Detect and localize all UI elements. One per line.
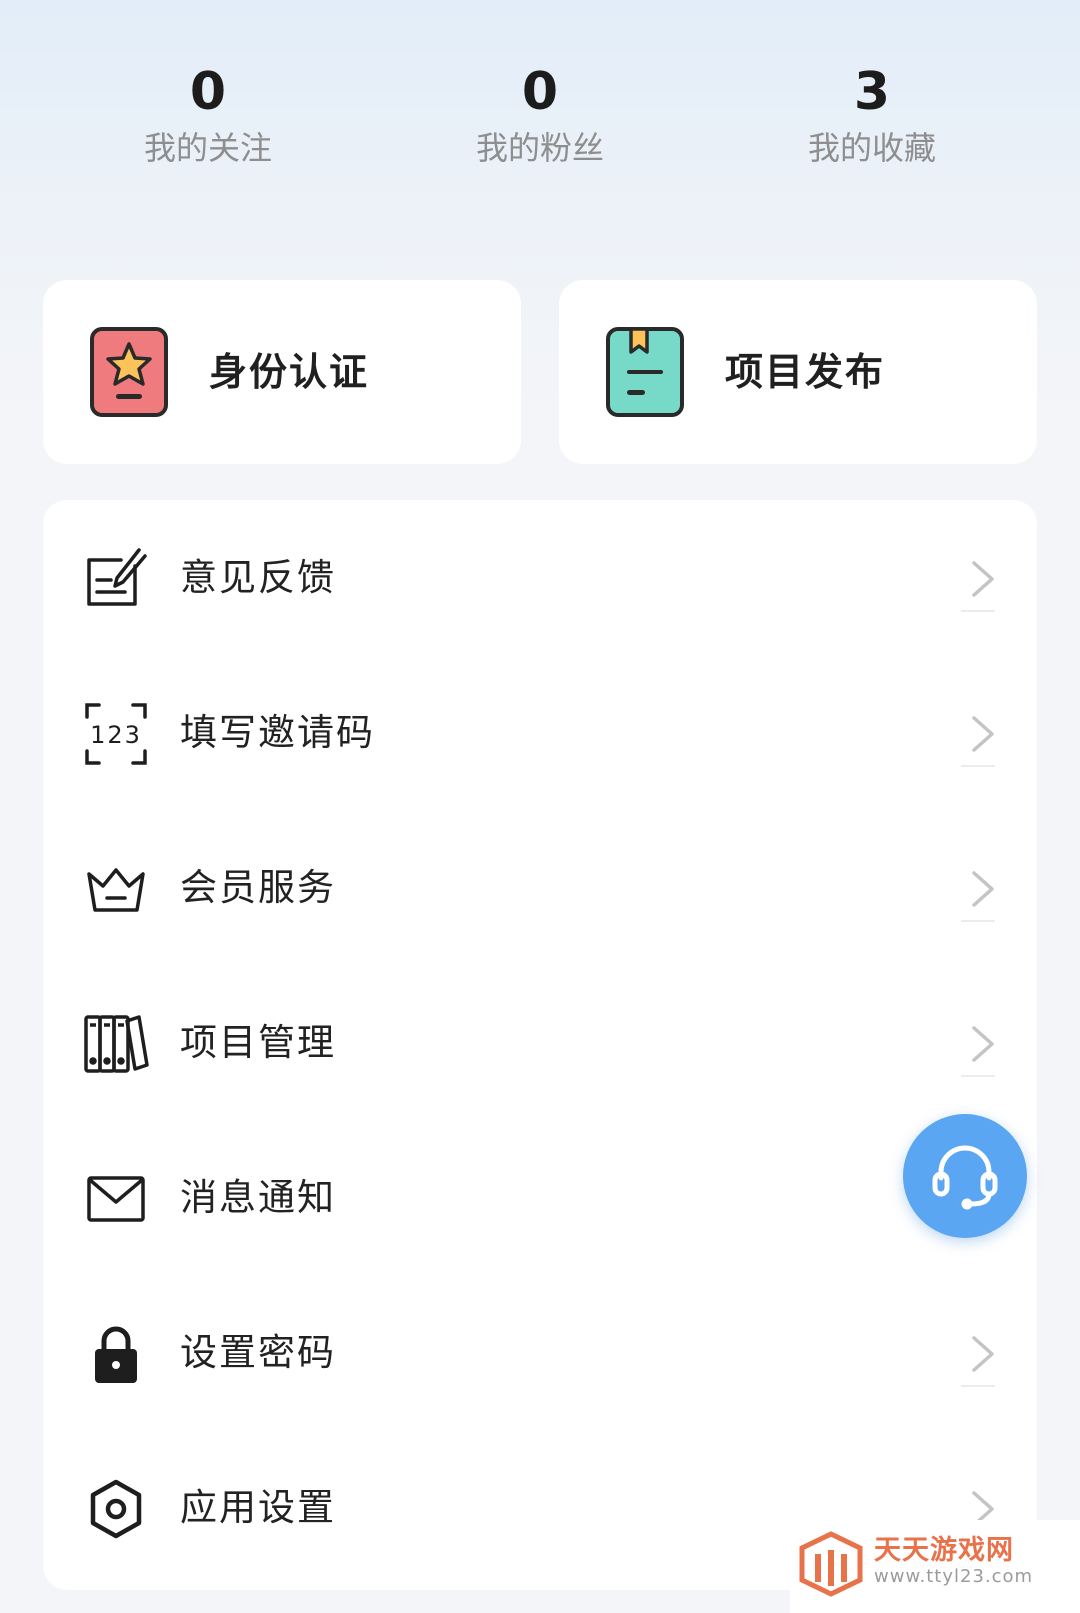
watermark-url: www.ttyl23.com (874, 1566, 1034, 1587)
invite-code-123-icon: 123 (83, 701, 149, 767)
envelope-icon (83, 1166, 149, 1232)
svg-text:123: 123 (90, 721, 142, 749)
card-identity-verification[interactable]: 身份认证 (43, 280, 521, 464)
divider (961, 765, 995, 767)
menu-list: 意见反馈 123 填写邀请码 会员服务 项目管理 消息通知 设置密码 应用设置 (43, 500, 1037, 1590)
id-badge-star-icon (89, 326, 169, 418)
menu-item-membership[interactable]: 会员服务 (43, 810, 1037, 966)
stat-favorites[interactable]: 3 我的收藏 (752, 60, 992, 170)
stat-following[interactable]: 0 我的关注 (88, 60, 328, 170)
bookmark-document-icon (605, 326, 685, 418)
divider (961, 1075, 995, 1077)
menu-item-label: 项目管理 (180, 1021, 336, 1064)
card-label: 项目发布 (725, 350, 886, 394)
menu-item-set-password[interactable]: 设置密码 (43, 1275, 1037, 1431)
chevron-right-icon (968, 712, 998, 756)
edit-note-icon (83, 546, 149, 612)
stat-value: 0 (521, 62, 559, 122)
card-label: 身份认证 (209, 350, 370, 394)
hexagon-settings-icon (83, 1476, 149, 1542)
menu-item-label: 会员服务 (180, 866, 336, 909)
card-project-publish[interactable]: 项目发布 (559, 280, 1037, 464)
menu-item-feedback[interactable]: 意见反馈 (43, 500, 1037, 656)
stat-value: 0 (189, 62, 227, 122)
headset-icon (932, 1145, 998, 1210)
divider (961, 610, 995, 612)
crown-icon (83, 856, 149, 922)
lock-icon (83, 1321, 149, 1387)
stats-bar: 0 我的关注 0 我的粉丝 3 我的收藏 (0, 60, 1080, 180)
menu-item-label: 应用设置 (180, 1486, 336, 1529)
divider (961, 920, 995, 922)
stat-fans[interactable]: 0 我的粉丝 (420, 60, 660, 170)
divider (961, 1385, 995, 1387)
stat-label: 我的粉丝 (475, 129, 604, 167)
menu-item-label: 填写邀请码 (180, 711, 375, 754)
menu-item-label: 消息通知 (180, 1176, 336, 1219)
menu-item-notifications[interactable]: 消息通知 (43, 1120, 1037, 1276)
chevron-right-icon (968, 1332, 998, 1376)
stat-label: 我的关注 (143, 129, 272, 167)
watermark: 天天游戏网 www.ttyl23.com (790, 1520, 1080, 1613)
customer-service-button[interactable] (903, 1114, 1027, 1238)
menu-item-invite-code[interactable]: 123 填写邀请码 (43, 655, 1037, 811)
menu-item-label: 意见反馈 (180, 556, 336, 599)
watermark-logo (799, 1531, 863, 1597)
menu-item-label: 设置密码 (180, 1331, 336, 1374)
watermark-text: 天天游戏网 (874, 1535, 1014, 1566)
chevron-right-icon (968, 557, 998, 601)
chevron-right-icon (968, 1022, 998, 1066)
chevron-right-icon (968, 867, 998, 911)
stat-label: 我的收藏 (807, 129, 936, 167)
menu-item-project-management[interactable]: 项目管理 (43, 965, 1037, 1121)
stat-value: 3 (853, 62, 891, 122)
binders-icon (83, 1011, 149, 1077)
